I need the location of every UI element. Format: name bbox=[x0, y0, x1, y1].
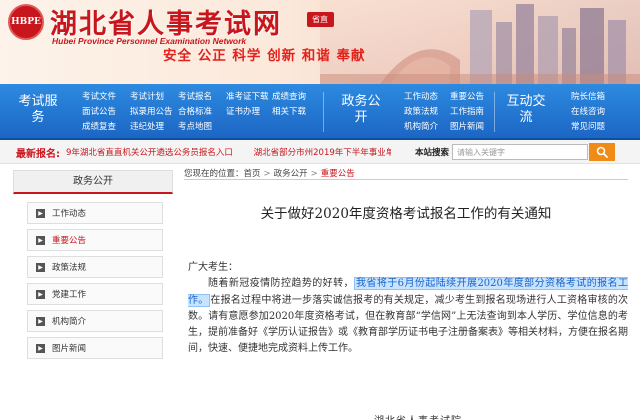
breadcrumb-divider bbox=[184, 179, 628, 180]
nav-link-exam-files[interactable]: 考试文件 bbox=[82, 91, 130, 104]
nav-link-pass-standard[interactable]: 合格标准 bbox=[178, 106, 226, 119]
nav-link-venue-map[interactable]: 考点地图 bbox=[178, 121, 226, 134]
main-content: 您现在的位置：首页 > 政务公开 > 重要公告 关于做好2020年度资格考试报名工作的有… bbox=[184, 164, 640, 420]
sidebar-item-label: 党建工作 bbox=[52, 290, 87, 300]
sidebar: 政务公开 ▶ 工作动态 ▶ 重要公告 ▶ 政策法规 ▶ 党建工作 ▶ 机构简介 ▶ 图片新闻 bbox=[13, 170, 173, 420]
nav-link-work-guide[interactable]: 工作指南 bbox=[450, 106, 496, 119]
sidebar-item-organization[interactable]: ▶ 机构简介 bbox=[27, 310, 163, 332]
nav-divider bbox=[494, 92, 495, 132]
para-text-rest: 在报名过程中将进一步落实诚信报考的有关规定，减少考生到报名现场进行人工资格审核的… bbox=[188, 294, 629, 355]
search-button[interactable] bbox=[589, 143, 615, 161]
sidebar-item-work-news[interactable]: ▶ 工作动态 bbox=[27, 202, 163, 224]
registration-marquee: 9年湖北省直直机关公开遴选公务员报名入口 湖北省部分市州2019年下半年事业单 bbox=[66, 146, 391, 160]
interaction-links: 院长信箱 在线咨询 常见问题 bbox=[571, 91, 631, 134]
sidebar-item-label: 机构简介 bbox=[52, 317, 87, 327]
arrow-right-icon: ▶ bbox=[36, 208, 45, 218]
nav-link-work-news[interactable]: 工作动态 bbox=[404, 91, 450, 104]
breadcrumb-prefix: 您现在的位置： bbox=[184, 169, 244, 179]
sidebar-menu: ▶ 工作动态 ▶ 重要公告 ▶ 政策法规 ▶ 党建工作 ▶ 机构简介 ▶ 图片新闻 bbox=[27, 202, 163, 364]
nav-link-certificate[interactable]: 证书办理 bbox=[226, 106, 272, 119]
nav-section-exam-service[interactable]: 考试服务 bbox=[14, 84, 62, 138]
latest-registration-bar: 最新报名: 9年湖北省直直机关公开遴选公务员报名入口 湖北省部分市州2019年下… bbox=[0, 140, 640, 164]
article-greeting: 广大考生： bbox=[188, 262, 238, 273]
nav-link-photo-news[interactable]: 图片新闻 bbox=[450, 121, 496, 134]
latest-registration-label: 最新报名: bbox=[16, 149, 60, 160]
marquee-item[interactable]: 湖北省部分市州2019年下半年事业单 bbox=[254, 148, 391, 158]
sidebar-item-label: 政策法规 bbox=[52, 263, 87, 273]
article-body: 广大考生： 随着新冠疫情防控趋势的好转， 我省将于6月份起陆续开展2020年度部分… bbox=[188, 260, 629, 358]
nav-link-director-mailbox[interactable]: 院长信箱 bbox=[571, 91, 631, 104]
sidebar-item-label: 图片新闻 bbox=[52, 344, 87, 354]
breadcrumb-home[interactable]: 首页 bbox=[244, 169, 261, 179]
exam-service-links: 考试文件 考试计划 考试报名 准考证下载 成绩查询 面试公告 拟录用公告 合格标… bbox=[82, 91, 320, 134]
sidebar-item-photo-news[interactable]: ▶ 图片新闻 bbox=[27, 337, 163, 359]
search-label: 本站搜索 bbox=[415, 148, 450, 158]
nav-link-exam-registration[interactable]: 考试报名 bbox=[178, 91, 226, 104]
article-signature: 湖北省人事考试院 bbox=[374, 412, 462, 420]
arrow-right-icon: ▶ bbox=[36, 316, 45, 326]
nav-link-policies[interactable]: 政策法规 bbox=[404, 106, 450, 119]
nav-link-hiring-notice[interactable]: 拟录用公告 bbox=[130, 106, 178, 119]
slogan: 安全 公正 科学 创新 和谐 奉献 bbox=[163, 48, 366, 64]
main-nav: 考试服务 考试文件 考试计划 考试报名 准考证下载 成绩查询 面试公告 拟录用公… bbox=[0, 84, 640, 140]
sidebar-item-label: 工作动态 bbox=[52, 209, 87, 219]
nav-link-score-review[interactable]: 成绩复查 bbox=[82, 121, 130, 134]
nav-link-faq[interactable]: 常见问题 bbox=[571, 121, 631, 134]
breadcrumb-separator: > bbox=[310, 169, 318, 179]
arrow-right-icon: ▶ bbox=[36, 343, 45, 353]
logo-text: HBPE bbox=[11, 17, 41, 27]
article-title: 关于做好2020年度资格考试报名工作的有关通知 bbox=[260, 206, 552, 222]
nav-section-public-affairs[interactable]: 政务公开 bbox=[337, 84, 385, 138]
site-logo[interactable]: HBPE bbox=[8, 4, 44, 40]
nav-link-admission-ticket[interactable]: 准考证下载 bbox=[226, 91, 272, 104]
breadcrumb-separator: > bbox=[263, 169, 271, 179]
nav-link-organization[interactable]: 机构简介 bbox=[404, 121, 450, 134]
arrow-right-icon: ▶ bbox=[36, 289, 45, 299]
nav-link-score-query[interactable]: 成绩查询 bbox=[272, 91, 320, 104]
search-icon bbox=[596, 146, 608, 158]
site-banner: HBPE 湖北省人事考试网 Hubei Province Personnel E… bbox=[0, 0, 640, 84]
breadcrumb-public-affairs[interactable]: 政务公开 bbox=[274, 169, 308, 179]
nav-section-interaction[interactable]: 互动交流 bbox=[502, 84, 550, 138]
breadcrumb: 您现在的位置：首页 > 政务公开 > 重要公告 bbox=[184, 167, 355, 179]
sidebar-title: 政务公开 bbox=[13, 170, 173, 194]
sidebar-item-policies[interactable]: ▶ 政策法规 bbox=[27, 256, 163, 278]
nav-link-online-consult[interactable]: 在线咨询 bbox=[571, 106, 631, 119]
para-text-start: 随着新冠疫情防控趋势的好转， bbox=[208, 278, 354, 290]
nav-link-downloads[interactable]: 相关下载 bbox=[272, 106, 320, 119]
sidebar-item-party-building[interactable]: ▶ 党建工作 bbox=[27, 283, 163, 305]
nav-link-interview-notice[interactable]: 面试公告 bbox=[82, 106, 130, 119]
province-badge[interactable]: 省直 bbox=[307, 12, 334, 27]
city-skyline-image bbox=[320, 0, 640, 84]
public-affairs-links: 工作动态 重要公告 政策法规 工作指南 机构简介 图片新闻 bbox=[404, 91, 496, 134]
nav-link-violations[interactable]: 违纪处理 bbox=[130, 121, 178, 134]
marquee-item[interactable]: 9年湖北省直直机关公开遴选公务员报名入口 bbox=[66, 148, 233, 158]
breadcrumb-important-notices[interactable]: 重要公告 bbox=[321, 169, 355, 179]
arrow-right-icon: ▶ bbox=[36, 235, 45, 245]
nav-divider bbox=[323, 92, 324, 132]
nav-link-exam-plan[interactable]: 考试计划 bbox=[130, 91, 178, 104]
nav-link-important-notices[interactable]: 重要公告 bbox=[450, 91, 496, 104]
search-input[interactable] bbox=[452, 144, 588, 160]
article-paragraph: 随着新冠疫情防控趋势的好转， 我省将于6月份起陆续开展2020年度部分资格考试的报… bbox=[188, 276, 629, 357]
arrow-right-icon: ▶ bbox=[36, 262, 45, 272]
sidebar-item-important-notices[interactable]: ▶ 重要公告 bbox=[27, 229, 163, 251]
sidebar-item-label: 重要公告 bbox=[52, 236, 87, 246]
